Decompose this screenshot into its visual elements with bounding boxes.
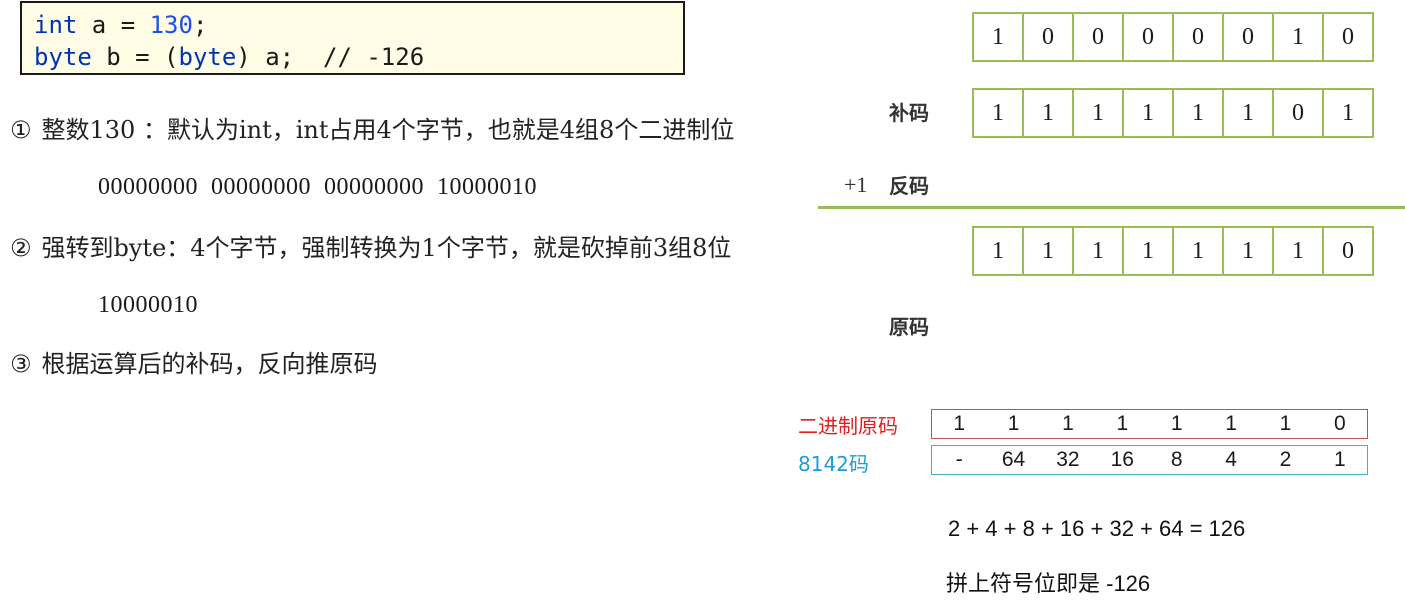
table-cell: 32 [1056, 448, 1080, 471]
bit-cell: 0 [1072, 12, 1124, 62]
bit-cell: 0 [1322, 226, 1374, 276]
table-cell: 1 [953, 412, 966, 435]
bit-cell: 1 [1072, 88, 1124, 138]
table-cell: 2 [1279, 448, 1292, 471]
bit-cell: 0 [1322, 12, 1374, 62]
label-original: 原码 [889, 315, 929, 339]
binary-byte: 10000010 [98, 292, 198, 318]
label-binary-original: 二进制原码 [798, 414, 898, 438]
bit-cell: 0 [1222, 12, 1274, 62]
table-cell: 8 [1170, 448, 1183, 471]
table-cell: 1 [1062, 412, 1074, 435]
label-8142: 8142码 [798, 452, 869, 476]
code-snippet: int a = 130; byte b = (byte) a; // -126 [20, 1, 685, 75]
table-cell: 0 [1333, 412, 1346, 435]
step-2: ② 强转到byte：4个字节，强制转换为1个字节，就是砍掉前3组8位 [10, 234, 732, 262]
bit-cell: 1 [1122, 226, 1174, 276]
step-3: ③ 根据运算后的补码，反向推原码 [10, 350, 378, 378]
bit-cell: 1 [1072, 226, 1124, 276]
divider-line [818, 206, 1405, 209]
table-cell: 4 [1225, 448, 1237, 471]
bit-cell: 1 [972, 226, 1024, 276]
bit-cell: 1 [1172, 88, 1224, 138]
bit-cell: 1 [1272, 226, 1324, 276]
bit-cell: 1 [1222, 226, 1274, 276]
table-cell: 1 [1333, 448, 1346, 471]
bit-cell: 1 [1022, 226, 1074, 276]
table-cell: 1 [1170, 412, 1183, 435]
table-cell: 1 [1007, 412, 1020, 435]
table-cell: 1 [1225, 412, 1237, 435]
table-row-binary: 1 1 1 1 1 1 1 0 [931, 409, 1368, 439]
plus-one-label: +1 [844, 172, 868, 197]
code-line-1: int a = 130; [34, 11, 208, 39]
bitrow-complement-original: 1 0 0 0 0 0 1 0 [972, 12, 1374, 62]
bit-cell: 1 [1172, 226, 1224, 276]
table-cell: - [955, 448, 963, 471]
result-text: 拼上符号位即是 -126 [946, 571, 1151, 596]
table-cell: 1 [1279, 412, 1292, 435]
bitrow-original: 1 1 1 1 1 1 1 0 [972, 226, 1374, 276]
bit-cell: 0 [1172, 12, 1224, 62]
binary-full: 00000000 00000000 00000000 10000010 [98, 174, 537, 200]
bit-cell: 1 [1272, 12, 1324, 62]
label-complement: 补码 [889, 101, 929, 125]
bit-cell: 1 [1222, 88, 1274, 138]
table-cell: 16 [1110, 448, 1134, 471]
bit-cell: 1 [1322, 88, 1374, 138]
bitrow-ones-complement: 1 1 1 1 1 1 0 1 [972, 88, 1374, 138]
bit-cell: 0 [1122, 12, 1174, 62]
bit-cell: 1 [972, 12, 1024, 62]
bit-cell: 0 [1272, 88, 1324, 138]
bit-cell: 1 [1022, 88, 1074, 138]
table-cell: 1 [1116, 412, 1129, 435]
code-line-2: byte b = (byte) a; // -126 [34, 43, 425, 71]
bit-cell: 1 [1122, 88, 1174, 138]
table-row-weights: - 64 32 16 8 4 2 1 [931, 445, 1368, 475]
step-1: ① 整数130 ：默认为int，int占用4个字节，也就是4组8个二进制位 [10, 116, 735, 144]
bit-cell: 1 [972, 88, 1024, 138]
bit-cell: 0 [1022, 12, 1074, 62]
sum-calculation: 2 + 4 + 8 + 16 + 32 + 64 = 126 [948, 516, 1246, 541]
table-cell: 64 [1001, 448, 1026, 471]
label-ones-complement: 反码 [889, 174, 929, 198]
